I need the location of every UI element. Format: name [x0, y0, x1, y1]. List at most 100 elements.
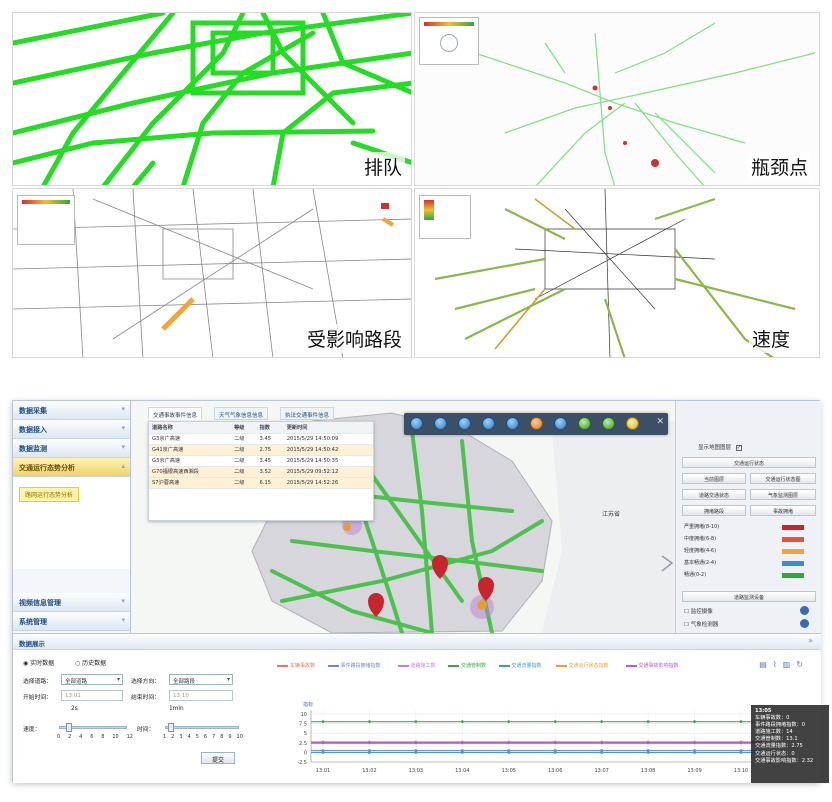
series-point[interactable] — [739, 751, 743, 754]
collapse-icon[interactable]: » — [808, 636, 813, 645]
speed-mini-legend — [419, 195, 471, 239]
series-point[interactable] — [646, 751, 650, 754]
direction-select[interactable]: 全部路段 — [169, 674, 233, 685]
chevron-down-icon: ▾ — [121, 597, 125, 605]
series-point[interactable] — [693, 751, 696, 754]
series-point[interactable] — [460, 720, 464, 724]
road-info-table: 道路名称 等级 指数 更新时间 G3京广高速 二级 3.45 2015/5/29 14… — [149, 422, 373, 489]
series-point[interactable] — [646, 720, 650, 724]
series-point[interactable] — [739, 720, 743, 724]
start-time-label: 开始时间： — [23, 695, 52, 701]
direction-select-label: 选择方向： — [131, 679, 160, 685]
show-layer-checkbox[interactable]: 显示地图图层 ✓ — [698, 443, 742, 451]
tab-weather-info[interactable]: 天气气象信息信息 — [214, 407, 269, 420]
realtime-radio[interactable]: ◉ 实时数据 — [23, 658, 54, 667]
y-tick-label: 0 — [304, 750, 307, 756]
sidebar-item-data-monitor[interactable]: 数据监测 ▾ — [13, 439, 130, 458]
series-point[interactable] — [368, 720, 371, 724]
current-layer-button[interactable]: 当前图层 — [682, 473, 746, 484]
submit-button[interactable]: 提交 — [201, 752, 235, 764]
weather-layer-button[interactable]: 气象监测图层 — [750, 489, 816, 500]
series-point[interactable] — [321, 741, 325, 745]
chevron-down-icon: ▾ — [121, 405, 125, 413]
measure-icon[interactable] — [554, 417, 567, 430]
series-point[interactable] — [368, 741, 371, 745]
series-point[interactable] — [553, 741, 557, 745]
table-row[interactable]: G3京广高速 二级 3.45 2015/5/29 14:50:35 — [149, 455, 373, 467]
full-extent-icon[interactable] — [506, 417, 519, 430]
table-row[interactable]: G70福银高速西湘段 二级 3.52 2015/5/29 09:52:12 — [149, 466, 373, 478]
map-view[interactable]: 交通事故事件信息 天气气象信息信息 执法交通事件信息 道路名称 等级 指数 更新… — [132, 401, 675, 633]
series-point[interactable] — [321, 720, 325, 724]
series-point[interactable] — [646, 741, 650, 745]
sidebar-item-data-access[interactable]: 数据接入 ▾ — [13, 420, 130, 439]
end-time-label: 结束时间： — [131, 695, 160, 701]
legend-swatch — [782, 561, 804, 566]
layers-icon[interactable] — [434, 417, 447, 430]
data-display-panel: 数据展示 » ◉ 实时数据 ○ 历史数据 选择道路： 全部道路 选择方向： 全部… — [13, 633, 829, 783]
speed-slider[interactable] — [59, 723, 127, 732]
slider-thumb[interactable] — [168, 723, 174, 732]
series-point[interactable] — [414, 741, 418, 745]
series-point[interactable] — [507, 751, 511, 754]
series-point[interactable] — [693, 720, 696, 724]
zoom-in-icon[interactable] — [458, 417, 471, 430]
series-point[interactable] — [553, 751, 557, 754]
series-point[interactable] — [414, 720, 418, 724]
tab-accident-events[interactable]: 交通事故事件信息 — [148, 407, 203, 420]
end-time-input[interactable]: 13:10 — [169, 690, 233, 701]
pan-icon[interactable] — [530, 417, 543, 430]
legend-row: 畅通(0-2) — [684, 571, 804, 581]
tab-enforcement-events[interactable]: 执法交通事件信息 — [280, 407, 335, 420]
sidebar-item-label: 系统管理 — [19, 618, 47, 626]
series-point[interactable] — [600, 720, 604, 724]
accident-congestion-button[interactable]: 事故拥堵 — [750, 505, 816, 516]
table-row[interactable]: G41京广高速 二级 2.75 2015/5/29 14:50:42 — [149, 444, 373, 456]
series-point[interactable] — [693, 741, 696, 745]
table-row[interactable]: S7沪蓉高速 二级 6.15 2015/5/29 14:52:26 — [149, 477, 373, 489]
series-point[interactable] — [600, 751, 604, 754]
panel-title: 数据展示 — [19, 640, 45, 648]
traffic-status-map-button[interactable]: 交通运行状态图 — [750, 473, 816, 484]
speed-slider-ticks: 0 2 4 6 8 10 12 — [57, 734, 133, 740]
arrow-right-icon[interactable] — [602, 417, 615, 430]
road-network-analysis-button[interactable]: 路网运行态势分析 — [19, 487, 80, 502]
close-icon[interactable]: ✕ — [656, 417, 664, 427]
table-row[interactable]: G3京广高速 二级 3.45 2015/5/29 14:50:09 — [149, 433, 373, 445]
data-display-header: 数据展示 » — [13, 634, 821, 650]
sidebar-item-system[interactable]: 系统管理 ▾ — [13, 612, 130, 631]
series-point[interactable] — [414, 751, 418, 754]
arrow-left-icon[interactable] — [578, 417, 591, 430]
start-time-input[interactable]: 13:01 — [61, 690, 123, 701]
weather-detector-checkbox[interactable]: ☐ 气象检测器 — [684, 620, 718, 628]
chart-svg: 指标 10 7.5 5 2.5 0 -2.5 13:01 13:02 13:03 13:04 13:0… — [297, 701, 767, 774]
weather-icon — [800, 619, 809, 628]
series-point[interactable] — [739, 741, 743, 745]
camera-checkbox[interactable]: ☐ 监控摄像 — [684, 607, 713, 615]
series-point[interactable] — [460, 741, 464, 745]
zoom-out-icon[interactable] — [482, 417, 495, 430]
interval-slider[interactable] — [165, 723, 239, 732]
series-point[interactable] — [460, 751, 464, 754]
legend-swatch — [782, 525, 804, 530]
city-label: 江苏省 — [602, 511, 621, 518]
globe-icon[interactable] — [410, 417, 423, 430]
road-status-button[interactable]: 道路交通状态 — [682, 489, 746, 500]
series-point[interactable] — [368, 751, 371, 754]
series-point[interactable] — [507, 741, 511, 745]
bottleneck-label: 瓶颈点 — [747, 152, 811, 181]
series-point[interactable] — [553, 720, 557, 724]
congested-road-button[interactable]: 拥堵路段 — [682, 505, 746, 516]
speed-label: 速度： — [23, 727, 41, 733]
series-point[interactable] — [507, 720, 511, 724]
series-point[interactable] — [321, 751, 325, 754]
clear-icon[interactable] — [626, 417, 639, 430]
sidebar-item-traffic-analysis[interactable]: 交通运行态势分析 ▴ — [13, 458, 130, 477]
road-select[interactable]: 全部道路 — [61, 674, 123, 685]
history-radio[interactable]: ○ 历史数据 — [75, 658, 106, 667]
sidebar-item-data-collection[interactable]: 数据采集 ▾ — [13, 401, 130, 420]
sidebar-item-video[interactable]: 视频信息管理 ▾ — [13, 593, 130, 612]
sidebar-item-label: 数据采集 — [19, 407, 47, 415]
series-point[interactable] — [600, 741, 604, 745]
slider-thumb[interactable] — [66, 723, 72, 732]
